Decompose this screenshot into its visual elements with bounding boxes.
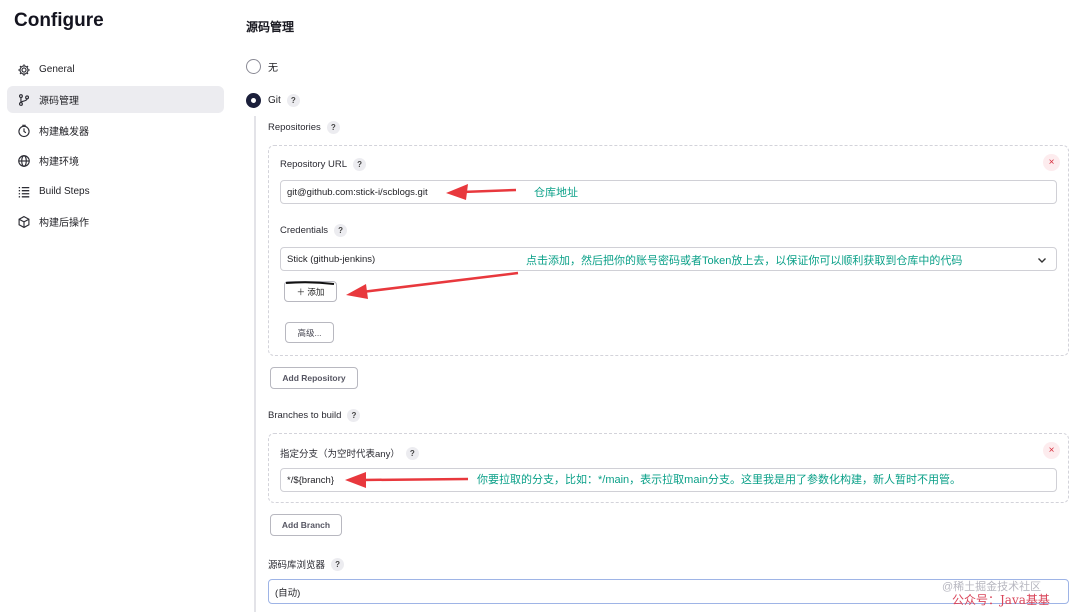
branches-label: Branches to build ?: [268, 409, 361, 422]
annotation-repo-address: 仓库地址: [534, 187, 578, 199]
branch-specifier-label-text: 指定分支（为空时代表any）: [280, 449, 400, 460]
cube-icon: [16, 214, 31, 229]
radio-none[interactable]: [246, 59, 261, 74]
help-icon[interactable]: ?: [326, 121, 340, 134]
credentials-label-text: Credentials: [280, 225, 329, 236]
sidebar: Configure General 源码管理 构建触发器 构建环境 Build …: [0, 0, 232, 612]
help-icon[interactable]: ?: [347, 409, 361, 422]
sidebar-item-label: Build Steps: [39, 186, 90, 197]
help-icon[interactable]: ?: [334, 224, 348, 237]
close-icon[interactable]: ×: [1043, 442, 1060, 459]
git-section-rail: [254, 116, 256, 612]
add-branch-button[interactable]: Add Branch: [270, 514, 342, 536]
branch-specifier-label: 指定分支（为空时代表any） ?: [280, 446, 419, 460]
gear-icon: [16, 62, 31, 77]
credentials-select-value: Stick (github-jenkins): [287, 253, 376, 265]
sidebar-item-triggers[interactable]: 构建触发器: [7, 117, 224, 144]
sidebar-item-scm[interactable]: 源码管理: [7, 86, 224, 113]
repositories-label-text: Repositories: [268, 122, 321, 133]
section-title: 源码管理: [246, 20, 295, 34]
repository-url-input[interactable]: git@github.com:stick-i/scblogs.git: [280, 180, 1057, 204]
help-icon[interactable]: ?: [286, 94, 300, 107]
radio-git-label: Git: [268, 95, 281, 106]
radio-git[interactable]: [246, 93, 261, 108]
sidebar-item-label: 构建后操作: [39, 218, 89, 229]
branch-icon: [16, 92, 31, 107]
repository-url-label: Repository URL ?: [280, 158, 367, 171]
repo-browser-label: 源码库浏览器 ?: [268, 557, 345, 571]
help-icon[interactable]: ?: [353, 158, 367, 171]
page-title: Configure: [14, 10, 104, 31]
globe-icon: [16, 153, 31, 168]
sidebar-item-general[interactable]: General: [7, 56, 224, 83]
radio-none-label: 无: [268, 63, 278, 74]
sidebar-item-label: 构建触发器: [39, 127, 89, 138]
sidebar-item-build-steps[interactable]: Build Steps: [7, 178, 224, 205]
radio-option-none[interactable]: 无: [246, 59, 278, 74]
radio-option-git[interactable]: Git ?: [246, 93, 300, 108]
repositories-label: Repositories ?: [268, 121, 340, 134]
advanced-button[interactable]: 高级...: [285, 322, 334, 343]
sidebar-item-label: General: [39, 64, 75, 75]
annotation-branch-hint: 你要拉取的分支，比如：*/main，表示拉取main分支。这里我是用了参数化构建…: [477, 474, 962, 486]
add-repository-button[interactable]: Add Repository: [270, 367, 358, 389]
annotation-credentials-hint: 点击添加，然后把你的账号密码或者Token放上去，以保证你可以顺利获取到仓库中的…: [526, 255, 963, 267]
help-icon[interactable]: ?: [331, 557, 345, 571]
sidebar-item-label: 构建环境: [39, 157, 79, 168]
help-icon[interactable]: ?: [405, 446, 419, 460]
add-credentials-button[interactable]: ＋ 添加: [284, 281, 337, 302]
clock-icon: [16, 123, 31, 138]
list-icon: [16, 184, 31, 199]
repo-browser-label-text: 源码库浏览器: [268, 560, 326, 571]
chevron-down-icon: [1038, 258, 1046, 263]
close-icon[interactable]: ×: [1043, 154, 1060, 171]
sidebar-item-label: 源码管理: [39, 96, 79, 107]
credentials-label: Credentials ?: [280, 224, 348, 237]
watermark-account: 公众号：Java基基: [952, 593, 1050, 607]
sidebar-item-environment[interactable]: 构建环境: [7, 147, 224, 174]
repository-url-label-text: Repository URL: [280, 159, 348, 170]
branches-label-text: Branches to build: [268, 410, 342, 421]
sidebar-item-post-build[interactable]: 构建后操作: [7, 208, 224, 235]
